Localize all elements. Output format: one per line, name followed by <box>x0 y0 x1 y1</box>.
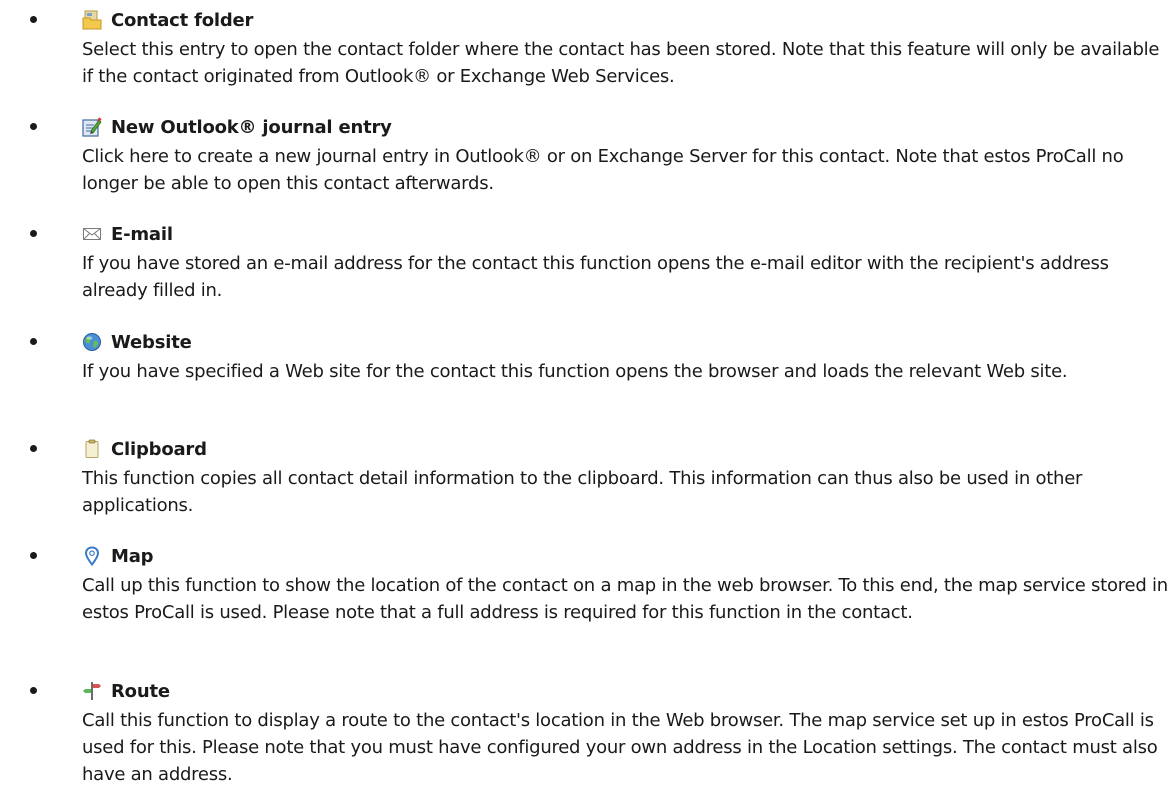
item-description: Select this entry to open the contact fo… <box>82 39 1160 87</box>
item-title: Clipboard <box>111 438 207 460</box>
envelope-icon <box>82 224 102 244</box>
item-title: E-mail <box>111 223 173 245</box>
folder-icon <box>82 10 102 30</box>
item-description: Click here to create a new journal entry… <box>82 146 1124 194</box>
signpost-icon <box>82 681 102 701</box>
bullet <box>30 445 37 452</box>
item-title: New Outlook® journal entry <box>111 116 392 138</box>
bullet <box>30 230 37 237</box>
clipboard-icon <box>82 439 102 459</box>
item-description: Call up this function to show the locati… <box>82 575 1168 623</box>
globe-icon <box>82 332 102 352</box>
item-title: Website <box>111 331 192 353</box>
item-description: This function copies all contact detail … <box>82 468 1083 516</box>
bullet <box>30 552 37 559</box>
bullet <box>30 687 37 694</box>
item-description: If you have specified a Web site for the… <box>82 361 1068 382</box>
help-page: Contact folder Select this entry to open… <box>0 0 1176 785</box>
bullet <box>30 16 37 23</box>
item-description: If you have stored an e-mail address for… <box>82 253 1109 301</box>
item-title: Route <box>111 680 170 702</box>
journal-edit-icon <box>82 117 102 137</box>
bullet <box>30 123 37 130</box>
item-description: Call this function to display a route to… <box>82 710 1158 785</box>
item-title: Contact folder <box>111 9 254 31</box>
map-pin-icon <box>82 546 102 566</box>
item-title: Map <box>111 545 154 567</box>
bullet <box>30 338 37 345</box>
